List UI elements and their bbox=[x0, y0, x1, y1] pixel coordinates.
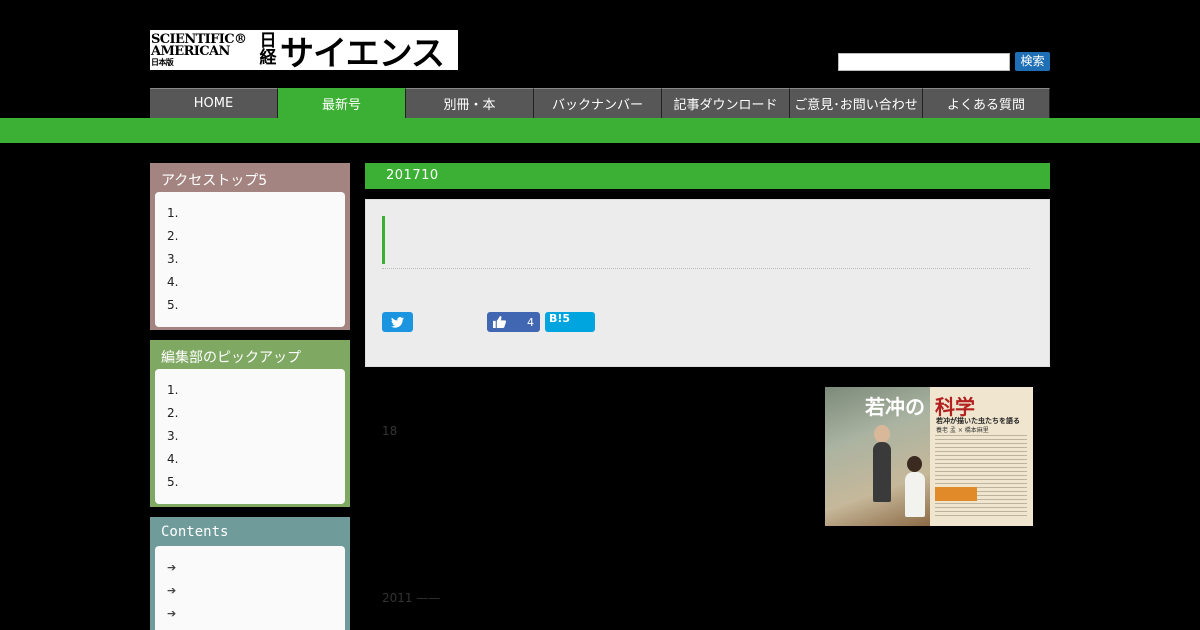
arrow-right-icon: ➔ bbox=[167, 584, 177, 597]
thumbs-up-icon bbox=[493, 316, 506, 328]
nav-green-band bbox=[0, 118, 1200, 143]
access-top5-list: 1. 2. 3. 4. 5. bbox=[155, 192, 345, 327]
logo-sa-line2: AMERICAN bbox=[151, 44, 230, 60]
facebook-like-button[interactable]: 4 bbox=[487, 312, 540, 332]
hatena-bookmark-count: 5 bbox=[562, 312, 571, 325]
access-item-3[interactable]: 3. bbox=[167, 248, 333, 271]
article-header-panel: 4 B!5 bbox=[365, 199, 1050, 367]
contents-box: Contents ➔ ➔ ➔ bbox=[150, 517, 350, 630]
dotted-divider bbox=[382, 268, 1030, 269]
main-nav: HOME 最新号 別冊・本 バックナンバー 記事ダウンロード ご意見･お問い合わ… bbox=[150, 88, 1050, 118]
article-text-fragment: 18 bbox=[382, 424, 398, 438]
contents-item[interactable]: ➔ bbox=[167, 602, 333, 625]
contents-list: ➔ ➔ ➔ bbox=[155, 546, 345, 630]
nav-latest-issue[interactable]: 最新号 bbox=[278, 88, 406, 118]
thumbnail-title-part1: 若冲の bbox=[865, 395, 925, 419]
contents-item[interactable]: ➔ bbox=[167, 579, 333, 602]
person-figure bbox=[873, 442, 891, 502]
nav-home[interactable]: HOME bbox=[150, 88, 278, 118]
logo-nikkei: 日経 bbox=[259, 31, 277, 68]
nav-faq[interactable]: よくある質問 bbox=[923, 88, 1050, 118]
editors-pickup-box: 編集部のピックアップ 1. 2. 3. 4. 5. bbox=[150, 340, 350, 507]
person-figure bbox=[905, 472, 925, 517]
arrow-right-icon: ➔ bbox=[167, 607, 177, 620]
logo-sa-line3: 日本版 bbox=[151, 57, 174, 67]
twitter-bird-icon bbox=[391, 316, 404, 328]
access-item-5[interactable]: 5. bbox=[167, 294, 333, 317]
nav-special-books[interactable]: 別冊・本 bbox=[406, 88, 534, 118]
access-top5-box: アクセストップ5 1. 2. 3. 4. 5. bbox=[150, 163, 350, 330]
nav-back-numbers[interactable]: バックナンバー bbox=[534, 88, 662, 118]
editors-pickup-title: 編集部のピックアップ bbox=[161, 350, 301, 366]
site-logo[interactable]: SCIENTIFIC® AMERICAN 日本版 日経 サイエンス bbox=[150, 30, 458, 70]
facebook-like-count: 4 bbox=[527, 315, 534, 329]
hatena-bookmark-icon: B! bbox=[549, 312, 563, 325]
pickup-item-1[interactable]: 1. bbox=[167, 379, 333, 402]
access-top5-title: アクセストップ5 bbox=[161, 173, 268, 189]
pickup-item-2[interactable]: 2. bbox=[167, 402, 333, 425]
pickup-item-4[interactable]: 4. bbox=[167, 448, 333, 471]
access-item-2[interactable]: 2. bbox=[167, 225, 333, 248]
title-accent-bar bbox=[382, 216, 385, 264]
search-input[interactable] bbox=[838, 53, 1010, 71]
contents-item[interactable]: ➔ bbox=[167, 556, 333, 579]
person-figure bbox=[907, 456, 922, 472]
pickup-item-5[interactable]: 5. bbox=[167, 471, 333, 494]
thumbnail-authors: 養老 孟 × 橋本麻里 bbox=[936, 427, 989, 434]
arrow-right-icon: ➔ bbox=[167, 561, 177, 574]
person-figure bbox=[874, 425, 890, 443]
article-text-fragment: 2011 —— bbox=[382, 591, 441, 605]
contents-title: Contents bbox=[161, 524, 229, 540]
twitter-share-button[interactable] bbox=[382, 312, 413, 332]
nav-contact[interactable]: ご意見･お問い合わせ bbox=[790, 88, 923, 118]
logo-science: サイエンス bbox=[280, 33, 445, 71]
editors-pickup-list: 1. 2. 3. 4. 5. bbox=[155, 369, 345, 504]
thumbnail-body-text bbox=[935, 435, 1027, 519]
nav-article-download[interactable]: 記事ダウンロード bbox=[662, 88, 790, 118]
search-button[interactable]: 検索 bbox=[1015, 52, 1050, 71]
hatena-bookmark-button[interactable]: B!5 bbox=[545, 312, 595, 332]
issue-heading: 201710 bbox=[365, 163, 1050, 189]
access-item-4[interactable]: 4. bbox=[167, 271, 333, 294]
thumbnail-highlight-box bbox=[935, 487, 977, 501]
scientific-american-mark: SCIENTIFIC® AMERICAN 日本版 bbox=[150, 33, 250, 67]
article-thumbnail[interactable]: 若冲の 科学 若冲が描いた虫たちを語る 養老 孟 × 橋本麻里 bbox=[825, 387, 1033, 526]
access-item-1[interactable]: 1. bbox=[167, 202, 333, 225]
pickup-item-3[interactable]: 3. bbox=[167, 425, 333, 448]
